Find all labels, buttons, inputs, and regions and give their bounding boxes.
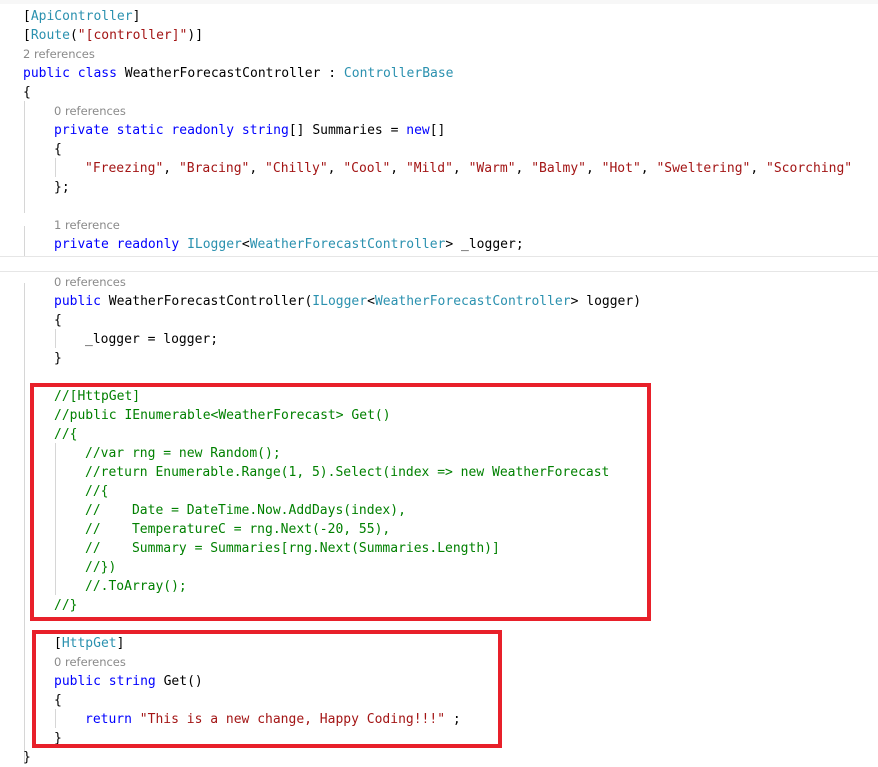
plain-token: ,: [452, 161, 469, 176]
member-separator: [0, 271, 878, 272]
type-token: ILogger: [312, 294, 368, 309]
plain-token: )]: [187, 28, 204, 43]
code-line: public class WeatherForecastController :…: [23, 64, 454, 83]
codelens-references[interactable]: 0 references: [54, 102, 126, 121]
plain-token: ,: [640, 161, 657, 176]
codelens-references[interactable]: 2 references: [23, 45, 95, 64]
plain-token: > _logger;: [445, 237, 524, 252]
type-token: ApiController: [30, 9, 133, 24]
string-token: "Freezing": [85, 161, 164, 176]
code-line: {: [54, 311, 62, 330]
code-line: }: [23, 748, 31, 767]
string-token: "Sweltering": [656, 161, 751, 176]
plain-token: ,: [327, 161, 344, 176]
code-line: }: [54, 349, 62, 368]
code-line: private readonly ILogger<WeatherForecast…: [54, 235, 524, 254]
string-token: "Warm": [468, 161, 516, 176]
string-token: "[controller]": [77, 28, 188, 43]
editor-top-strip: [0, 0, 878, 4]
plain-token: ,: [249, 161, 266, 176]
plain-token: [] Summaries =: [288, 123, 407, 138]
code-line: [ApiController]: [23, 7, 140, 26]
code-line: };: [54, 178, 70, 197]
type-token: Route: [30, 28, 70, 43]
plain-token: (: [69, 28, 78, 43]
type-token: ControllerBase: [343, 66, 454, 81]
plain-token: <: [241, 237, 250, 252]
string-token: "Balmy": [531, 161, 586, 176]
highlight-box-commented-get: [30, 383, 651, 621]
keyword-token: public: [23, 66, 70, 81]
plain-token: {: [54, 313, 62, 328]
string-token: "Bracing": [178, 161, 250, 176]
code-editor[interactable]: [ApiController] [Route("[controller]")] 2 …: [0, 0, 878, 766]
codelens-references[interactable]: 1 reference: [54, 216, 120, 235]
highlight-box-new-get: [32, 630, 502, 748]
plain-token: []: [429, 123, 446, 138]
keyword-token: new: [406, 123, 430, 138]
plain-token: ]: [132, 9, 141, 24]
code-line: [Route("[controller]")]: [23, 26, 203, 45]
string-token: "Hot": [601, 161, 641, 176]
string-token: "Chilly": [265, 161, 328, 176]
member-separator: [0, 256, 878, 257]
string-token: "Cool": [343, 161, 391, 176]
plain-token: }: [54, 351, 62, 366]
keyword-token: public: [54, 294, 101, 309]
indent-guide: [24, 101, 25, 213]
keyword-token: class: [77, 66, 117, 81]
keyword-token: static: [116, 123, 164, 138]
code-line: _logger = logger;: [85, 330, 218, 349]
plain-token: ,: [390, 161, 406, 176]
code-line: private static readonly string[] Summari…: [54, 121, 445, 140]
plain-token: }: [23, 750, 31, 765]
plain-token: _logger = logger;: [85, 332, 219, 347]
plain-token: > logger): [570, 294, 642, 309]
plain-token: ,: [750, 161, 767, 176]
code-line: {: [54, 140, 62, 159]
plain-token: [: [23, 28, 31, 43]
plain-token: ,: [515, 161, 532, 176]
plain-token: };: [54, 180, 70, 195]
plain-token: ,: [163, 161, 179, 176]
indent-guide: [55, 158, 56, 177]
code-line: "Freezing", "Bracing", "Chilly", "Cool",…: [85, 159, 852, 178]
string-token: "Mild": [405, 161, 453, 176]
indent-guide: [24, 283, 25, 763]
type-token: ILogger: [187, 237, 242, 252]
plain-token: {: [23, 85, 31, 100]
plain-token: WeatherForecastController :: [116, 66, 344, 81]
code-line: public WeatherForecastController(ILogger…: [54, 292, 641, 311]
plain-token: ,: [586, 161, 602, 176]
keyword-token: readonly: [171, 123, 235, 138]
keyword-token: private: [54, 237, 109, 252]
codelens-references[interactable]: 0 references: [54, 273, 126, 292]
keyword-token: readonly: [116, 237, 180, 252]
code-line: {: [23, 83, 31, 102]
plain-token: [: [23, 9, 31, 24]
plain-token: {: [54, 142, 62, 157]
type-token: WeatherForecastController: [249, 237, 446, 252]
indent-guide: [24, 226, 25, 256]
plain-token: <: [367, 294, 375, 309]
type-token: WeatherForecastController: [374, 294, 571, 309]
indent-guide: [55, 329, 56, 348]
keyword-token: private: [54, 123, 109, 138]
keyword-token: string: [241, 123, 289, 138]
plain-token: WeatherForecastController(: [100, 294, 313, 309]
string-token: "Scorching": [766, 161, 853, 176]
